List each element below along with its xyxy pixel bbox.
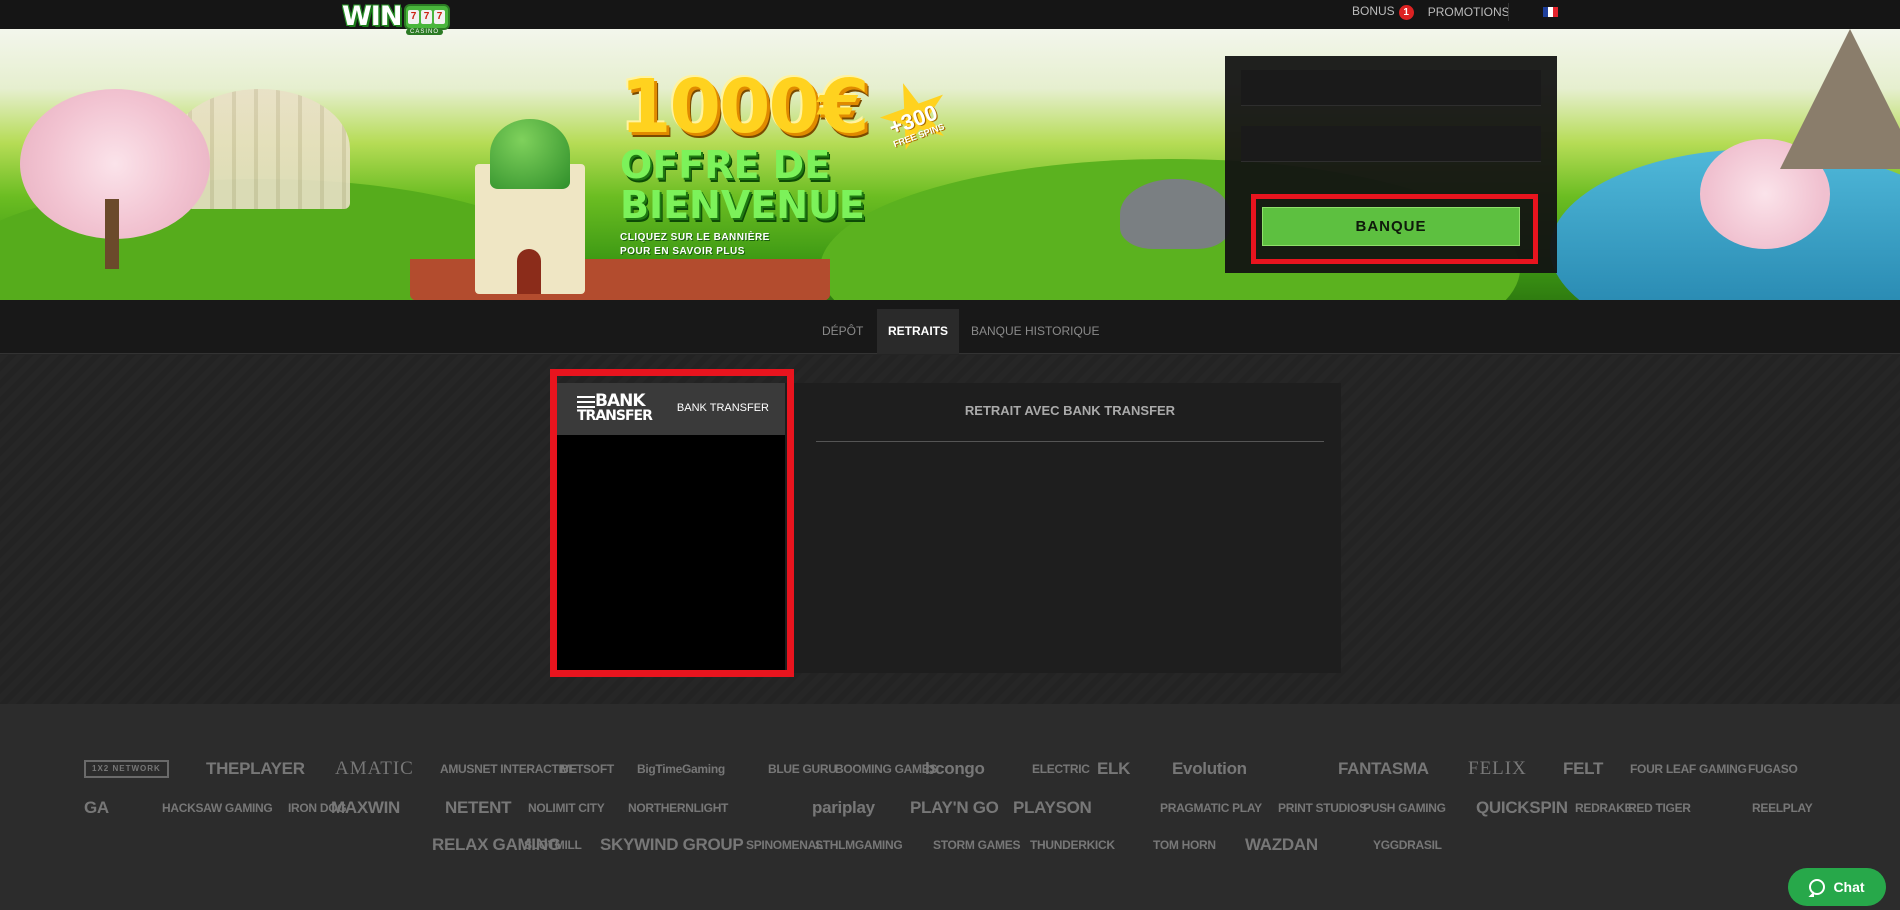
provider-logo[interactable]: BLUE GURU	[768, 754, 837, 784]
provider-logo[interactable]: NETENT	[445, 793, 512, 823]
provider-logo[interactable]: PUSH GAMING	[1363, 793, 1446, 823]
provider-logo[interactable]: FELIX	[1468, 754, 1527, 784]
provider-logo[interactable]: BigTimeGaming	[637, 754, 725, 784]
logo-slots-icon: 777	[404, 4, 450, 30]
banner-tree-trunk	[105, 199, 119, 269]
provider-logo[interactable]: ELECTRIC	[1032, 754, 1090, 784]
banner-castle	[455, 94, 605, 294]
site-logo[interactable]: WIN 777 CASINO	[340, 0, 458, 40]
provider-logo[interactable]: TOM HORN	[1153, 830, 1216, 860]
provider-logo[interactable]: STHLMGAMING	[815, 830, 903, 860]
provider-logo[interactable]: AMATIC	[335, 754, 414, 784]
tab-withdrawals[interactable]: RETRAITS	[877, 309, 959, 354]
provider-logo[interactable]: PLAYSON	[1013, 793, 1092, 823]
bank-tabs: DÉPÔT RETRAITS BANQUE HISTORIQUE	[0, 300, 1900, 354]
promo-offer-line1: OFFRE DE	[620, 143, 831, 187]
method-bank-transfer[interactable]: BANK TRANSFER BANK TRANSFER	[557, 383, 785, 435]
provider-logo[interactable]: GA	[84, 793, 109, 823]
provider-logo[interactable]: FELT	[1563, 754, 1603, 784]
bank-transfer-logo-line2: TRANSFER	[577, 408, 653, 424]
provider-logo[interactable]: pariplay	[812, 793, 875, 823]
provider-logo[interactable]: SKYWIND GROUP	[600, 830, 744, 860]
withdrawal-panel-title: RETRAIT AVEC BANK TRANSFER	[816, 404, 1324, 442]
top-nav: BONUS 1 PROMOTIONS	[1352, 0, 1524, 24]
provider-logo[interactable]: Evolution	[1172, 754, 1247, 784]
provider-logo[interactable]: NOLIMIT CITY	[528, 793, 605, 823]
provider-logo[interactable]: ELK	[1097, 754, 1130, 784]
provider-logo[interactable]: PRAGMATIC PLAY	[1160, 793, 1262, 823]
method-label: BANK TRANSFER	[676, 402, 769, 414]
promo-hint: CLIQUEZ SUR LE BANNIÈRE POUR EN SAVOIR P…	[620, 232, 770, 257]
payment-method-list: BANK TRANSFER BANK TRANSFER	[557, 383, 785, 673]
provider-logo[interactable]: REDRAKE	[1575, 793, 1633, 823]
provider-logo[interactable]: REELPLAY	[1752, 793, 1813, 823]
nav-divider	[1508, 3, 1509, 21]
provider-logo[interactable]: YGGDRASIL	[1373, 830, 1442, 860]
provider-logo[interactable]: STORM GAMES	[933, 830, 1020, 860]
banner-rock	[1120, 179, 1230, 249]
provider-logo[interactable]: WAZDAN	[1245, 830, 1318, 860]
chat-button[interactable]: Chat	[1788, 868, 1886, 906]
tab-bank-history[interactable]: BANQUE HISTORIQUE	[971, 309, 1099, 354]
provider-logo[interactable]: THUNDERKICK	[1030, 830, 1115, 860]
providers-footer: 1X2 NETWORK THEPLAYER AMATIC AMUSNET INT…	[0, 704, 1900, 910]
providers-row-2: GA HACKSAW GAMING IRON DOG MAXWIN NETENT…	[0, 793, 1900, 823]
provider-logo[interactable]: bcongo	[925, 754, 985, 784]
provider-logo[interactable]: PLAY'N GO	[910, 793, 999, 823]
main-content: BANK TRANSFER BANK TRANSFER RETRAIT AVEC…	[0, 355, 1900, 704]
providers-row-1: 1X2 NETWORK THEPLAYER AMATIC AMUSNET INT…	[0, 754, 1900, 784]
bank-transfer-logo: BANK TRANSFER	[577, 391, 657, 425]
provider-logo[interactable]: BOOMING GAMES	[835, 754, 937, 784]
provider-logo[interactable]: BETSOFT	[560, 754, 614, 784]
logo-subtitle: CASINO	[406, 29, 444, 35]
promo-banner[interactable]: 1000€ OFFRE DE BIENVENUE CLIQUEZ SUR LE …	[0, 29, 1900, 300]
bonus-count-badge: 1	[1398, 5, 1414, 20]
provider-logo[interactable]: 1X2 NETWORK	[84, 760, 169, 778]
promo-offer-line2: BIENVENUE	[620, 183, 865, 227]
provider-logo[interactable]: FUGASO	[1748, 754, 1798, 784]
provider-logo[interactable]: QUICKSPIN	[1476, 793, 1568, 823]
flag-stripe-red	[1553, 7, 1558, 17]
banner-mountain	[1780, 29, 1900, 169]
bonus-label: BONUS	[1352, 4, 1395, 18]
top-bar: WIN 777 CASINO BONUS 1 PROMOTIONS	[0, 0, 1900, 35]
chat-bubble-icon	[1809, 879, 1826, 895]
provider-logo[interactable]: RED TIGER	[1628, 793, 1691, 823]
providers-row-3: RELAX GAMING SLOTMILL SKYWIND GROUP SPIN…	[0, 830, 1900, 860]
provider-logo[interactable]: NORTHERNLIGHT	[628, 793, 728, 823]
provider-logo[interactable]: FANTASMA	[1338, 754, 1429, 784]
promotions-link[interactable]: PROMOTIONS	[1428, 5, 1510, 19]
chat-label: Chat	[1833, 879, 1865, 895]
provider-logo[interactable]: HACKSAW GAMING	[162, 793, 273, 823]
banner-promo-text: 1000€ OFFRE DE BIENVENUE CLIQUEZ SUR LE …	[620, 69, 950, 259]
provider-logo[interactable]: FOUR LEAF GAMING	[1630, 754, 1747, 784]
provider-logo[interactable]: SPINOMENAL	[746, 830, 823, 860]
provider-logo[interactable]: AMUSNET INTERACTIVE	[440, 754, 577, 784]
account-field	[1241, 126, 1541, 162]
account-field	[1241, 70, 1541, 106]
logo-text: WIN	[342, 1, 402, 32]
provider-logo[interactable]: THEPLAYER	[206, 754, 305, 784]
french-flag-icon[interactable]	[1543, 7, 1558, 17]
bank-button[interactable]: BANQUE	[1262, 207, 1520, 246]
bonus-link[interactable]: BONUS 1	[1352, 4, 1414, 20]
provider-logo[interactable]: PRINT STUDIOS	[1278, 793, 1367, 823]
tab-deposit[interactable]: DÉPÔT	[822, 309, 863, 354]
provider-logo[interactable]: MAXWIN	[331, 793, 400, 823]
provider-logo[interactable]: SLOTMILL	[524, 830, 582, 860]
